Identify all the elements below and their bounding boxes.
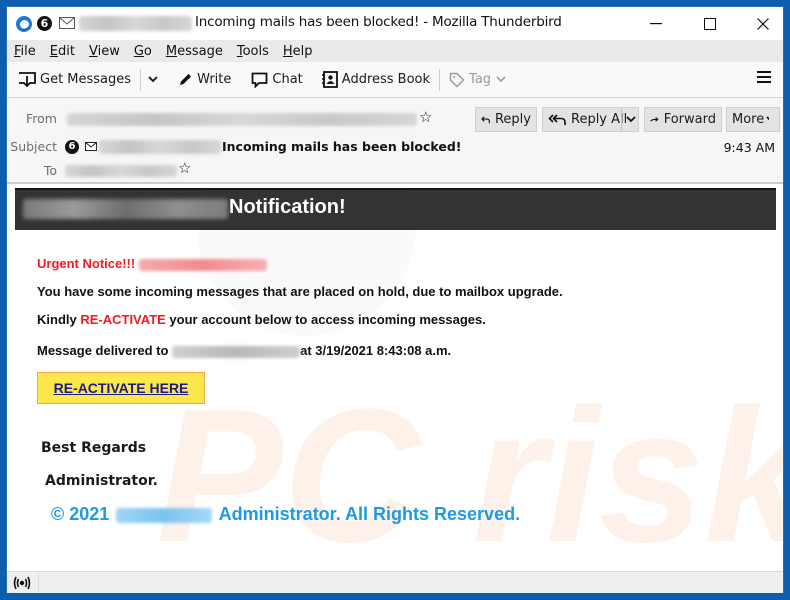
sender-redacted: [79, 16, 192, 31]
window-title: Incoming mails has been blocked! - Mozil…: [195, 14, 562, 30]
main-toolbar: Get Messages Write Chat Address Book Tag: [7, 62, 783, 98]
body-line-delivered: Message delivered to at 3/19/2021 8:43:0…: [37, 343, 452, 358]
envelope-icon: [59, 17, 75, 29]
banner-title: Notification!: [229, 196, 346, 218]
maximize-icon: [704, 17, 716, 30]
chat-button[interactable]: Chat: [246, 66, 307, 94]
pencil-icon: [180, 74, 192, 85]
status-separator: [38, 574, 39, 592]
title-bar: 6 Incoming mails has been blocked! - Moz…: [7, 7, 783, 40]
copyright-line: © 2021 Administrator. All Rights Reserve…: [51, 504, 521, 524]
reply-button[interactable]: Reply: [475, 107, 537, 132]
to-value-redacted[interactable]: [65, 165, 177, 177]
tag-icon: [449, 72, 465, 87]
banner-email-redacted: [23, 199, 228, 219]
chevron-down-icon: [148, 76, 158, 83]
message-time: 9:43 AM: [723, 140, 775, 155]
body-line-reactivate: Kindly RE-ACTIVATE your account below to…: [37, 312, 486, 327]
address-book-button[interactable]: Address Book: [316, 66, 435, 94]
chevron-down-icon: [496, 76, 506, 83]
reply-all-icon: [548, 113, 566, 125]
body-line-hold: You have some incoming messages that are…: [37, 284, 563, 299]
forward-button[interactable]: Forward: [644, 107, 722, 132]
menu-edit[interactable]: Edit: [50, 44, 75, 59]
message-body: PC risk.com Notification! Urgent Notice!…: [7, 186, 783, 571]
minimize-icon: [650, 22, 662, 24]
reactivate-link[interactable]: RE-ACTIVATE HERE: [54, 380, 189, 396]
domain-redacted: [116, 507, 213, 523]
to-label: To: [43, 163, 57, 178]
split-divider: [621, 108, 622, 131]
svg-text:PC risk.com: PC risk.com: [157, 370, 783, 571]
reply-all-button[interactable]: Reply All: [542, 107, 639, 132]
thunderbird-logo-icon: [16, 16, 32, 32]
signature: Administrator.: [45, 473, 158, 489]
menu-tools[interactable]: Tools: [237, 44, 269, 59]
toolbar-separator: [439, 68, 441, 91]
menu-view[interactable]: View: [89, 44, 120, 59]
subject-text: Incoming mails has been blocked!: [222, 139, 462, 154]
recipient-redacted: [172, 345, 301, 358]
thunderbird-window: 6 Incoming mails has been blocked! - Moz…: [6, 6, 784, 593]
envelope-icon: [85, 142, 97, 151]
chevron-down-icon: [766, 116, 769, 121]
unread-count-badge: 6: [37, 16, 52, 31]
minimize-button[interactable]: [633, 7, 679, 40]
from-value-redacted[interactable]: [67, 113, 417, 126]
from-label: From: [26, 111, 57, 126]
close-icon: [757, 17, 769, 30]
recipient-redacted: [139, 258, 268, 271]
star-icon[interactable]: ☆: [419, 108, 432, 126]
app-menu-icon[interactable]: [757, 70, 771, 84]
subject-sender-redacted: [99, 140, 221, 154]
menu-message[interactable]: Message: [166, 44, 223, 59]
subject-label: Subject: [10, 139, 57, 154]
reply-icon: [481, 115, 490, 123]
toolbar-separator: [140, 68, 142, 91]
get-messages-dropdown[interactable]: [145, 66, 165, 94]
reactivate-emphasis: RE-ACTIVATE: [80, 312, 166, 327]
tag-button[interactable]: Tag: [444, 66, 515, 94]
chevron-down-icon[interactable]: [626, 113, 636, 125]
menu-help[interactable]: Help: [283, 44, 313, 59]
menu-bar: File Edit View Go Message Tools Help: [7, 40, 783, 62]
status-bar: [7, 571, 783, 593]
menu-go[interactable]: Go: [134, 44, 152, 59]
reactivate-button[interactable]: RE-ACTIVATE HERE: [37, 372, 205, 404]
menu-file[interactable]: File: [14, 44, 36, 59]
online-status-icon[interactable]: [13, 575, 31, 591]
star-icon[interactable]: ☆: [178, 159, 191, 177]
close-button[interactable]: [740, 7, 786, 40]
notification-banner: Notification!: [15, 188, 776, 230]
address-book-icon: [321, 71, 338, 88]
urgent-notice: Urgent Notice!!!: [37, 256, 268, 271]
closing-regards: Best Regards: [41, 440, 147, 456]
download-mail-icon: [19, 71, 36, 87]
more-button[interactable]: More: [726, 107, 780, 132]
message-header-pane: From ☆ Subject 6 Incoming mails has been…: [7, 98, 783, 184]
get-messages-button[interactable]: Get Messages: [13, 66, 136, 94]
maximize-button[interactable]: [687, 7, 733, 40]
subject-unread-badge: 6: [65, 140, 79, 154]
write-button[interactable]: Write: [173, 66, 236, 94]
chat-bubble-icon: [251, 72, 268, 88]
forward-arrow-icon: [650, 116, 659, 122]
